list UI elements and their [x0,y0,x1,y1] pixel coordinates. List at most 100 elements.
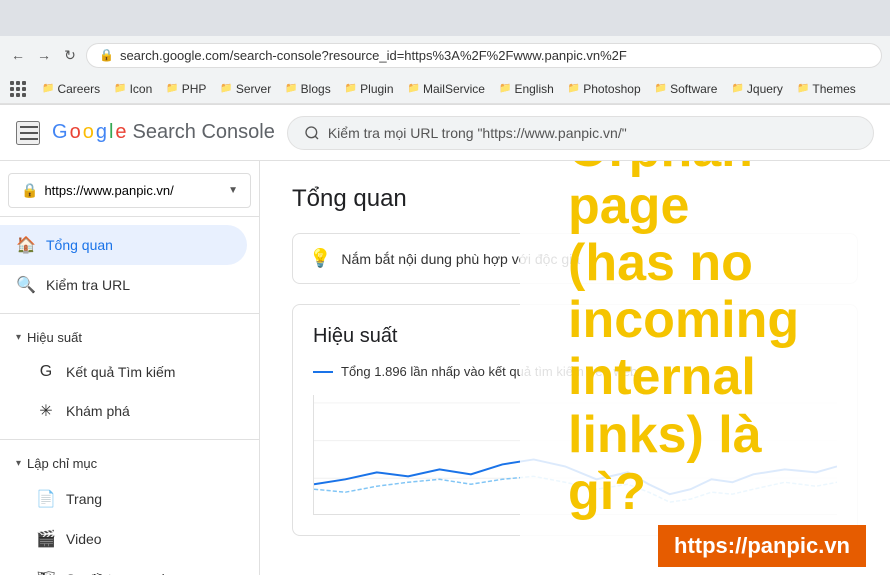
app-container: GoogleSearch Console Kiểm tra mọi URL tr… [0,105,890,575]
bookmark-jquery[interactable]: 📁 Jquery [725,80,788,98]
bookmark-plugin[interactable]: 📁 Plugin [339,80,400,98]
page-title: Tổng quan [292,185,858,213]
bookmark-label: Themes [812,82,855,96]
folder-icon: 📁 [568,83,580,94]
tab-bar [0,0,890,36]
search-results-label: Kết quả Tìm kiếm [66,364,175,380]
metric-row: Tổng 1.896 lần nhấp vào kết quả tìm kiếm… [313,364,837,379]
metric-label: Tổng 1.896 lần nhấp vào kết quả tìm kiếm… [341,364,637,379]
chevron-down-icon: ▾ [16,458,21,469]
gsc-logo: GoogleSearch Console [52,121,275,144]
sidebar-item-search-results[interactable]: G Kết quả Tìm kiếm [0,353,247,391]
logo-o2: o [83,121,94,144]
sidebar-item-videos[interactable]: 🎬 Video [0,519,247,559]
bookmark-photoshop[interactable]: 📁 Photoshop [562,80,647,98]
folder-icon: 📁 [499,83,511,94]
logo-search-console: Search Console [133,121,275,144]
video-icon: 🎬 [36,529,56,549]
search-icon: 🔍 [16,275,36,295]
discover-label: Khám phá [66,403,130,419]
sidebar-performance-header[interactable]: ▾ Hiệu suất [0,322,259,353]
bookmark-label: Software [670,82,717,96]
search-placeholder: Kiểm tra mọi URL trong "https://www.panp… [328,125,627,141]
tip-banner: 💡 Nắm bắt nội dung phù hợp với độc giả [292,233,858,284]
browser-controls: ← → ↻ 🔒 search.google.com/search-console… [0,36,890,74]
bookmark-label: Blogs [301,82,331,96]
sidebar: 🔒 https://www.panpic.vn/ ▼ 🏠 Tổng quan 🔍… [0,161,260,575]
url-text: search.google.com/search-console?resourc… [120,48,627,63]
divider [0,439,259,440]
overview-label: Tổng quan [46,237,113,253]
property-selector[interactable]: 🔒 https://www.panpic.vn/ ▼ [8,173,251,208]
lock-icon: 🔒 [99,48,114,62]
hamburger-icon [20,132,38,134]
performance-chart: 75 50 25 0 [314,395,837,514]
back-button[interactable]: ← [8,45,28,65]
main-content: Tổng quan 💡 Nắm bắt nội dung phù hợp với… [260,161,890,575]
index-section-label: Lập chỉ mục [27,456,97,471]
lightbulb-icon: 💡 [309,248,331,269]
bookmark-label: Icon [130,82,153,96]
browser-chrome: ← → ↻ 🔒 search.google.com/search-console… [0,0,890,105]
bookmark-careers[interactable]: 📁 Careers [36,80,106,98]
sidebar-item-sitemap[interactable]: 🗺 Sơ đồ trang web [0,559,247,575]
bookmark-software[interactable]: 📁 Software [649,80,724,98]
sidebar-item-pages[interactable]: 📄 Trang [0,479,247,519]
property-url: https://www.panpic.vn/ [44,183,173,198]
sitemap-icon: 🗺 [36,569,56,575]
bookmark-themes[interactable]: 📁 Themes [791,80,862,98]
tip-text: Nắm bắt nội dung phù hợp với độc giả [341,251,580,267]
chevron-down-icon: ▼ [228,185,238,196]
property-lock-icon: 🔒 [21,182,38,199]
logo-o1: o [70,121,81,144]
performance-title: Hiệu suất [313,325,837,348]
pages-label: Trang [66,491,102,507]
grid-icon [10,81,26,97]
logo-g: G [52,121,68,144]
google-icon: G [36,363,56,381]
folder-icon: 📁 [797,83,809,94]
sidebar-item-url-inspect[interactable]: 🔍 Kiểm tra URL [0,265,247,305]
body-layout: 🔒 https://www.panpic.vn/ ▼ 🏠 Tổng quan 🔍… [0,161,890,575]
address-bar[interactable]: 🔒 search.google.com/search-console?resou… [86,43,882,68]
bookmark-label: Careers [57,82,100,96]
folder-icon: 📁 [408,83,420,94]
gsc-header: GoogleSearch Console Kiểm tra mọi URL tr… [0,105,890,161]
folder-icon: 📁 [166,83,178,94]
logo-g2: g [96,121,107,144]
bookmark-server[interactable]: 📁 Server [214,80,277,98]
apps-button[interactable] [8,79,28,99]
bookmarks-bar: 📁 Careers 📁 Icon 📁 PHP 📁 Server 📁 Blogs … [0,74,890,104]
discover-icon: ✳ [36,401,56,421]
bookmark-mailservice[interactable]: 📁 MailService [402,80,491,98]
divider [0,216,259,217]
sitemap-label: Sơ đồ trang web [66,571,169,575]
folder-icon: 📁 [114,83,126,94]
folder-icon: 📁 [655,83,667,94]
bookmark-blogs[interactable]: 📁 Blogs [279,80,336,98]
url-search-bar[interactable]: Kiểm tra mọi URL trong "https://www.panp… [287,116,874,150]
bookmark-label: PHP [182,82,207,96]
chevron-down-icon: ▾ [16,332,21,343]
metric-line-indicator [313,371,333,373]
performance-card: Hiệu suất Tổng 1.896 lần nhấp vào kết qu… [292,304,858,536]
menu-button[interactable] [16,121,40,145]
bookmark-english[interactable]: 📁 English [493,80,560,98]
sidebar-item-overview[interactable]: 🏠 Tổng quan [0,225,247,265]
bookmark-php[interactable]: 📁 PHP [160,80,212,98]
bookmark-label: MailService [423,82,485,96]
chart-area: 75 50 25 0 [313,395,837,515]
folder-icon: 📁 [731,83,743,94]
url-inspect-label: Kiểm tra URL [46,277,130,293]
bookmark-label: Photoshop [583,82,640,96]
home-icon: 🏠 [16,235,36,255]
bookmark-label: Plugin [360,82,393,96]
sidebar-index-header[interactable]: ▾ Lập chỉ mục [0,448,259,479]
performance-section-label: Hiệu suất [27,330,82,345]
refresh-button[interactable]: ↻ [60,45,80,65]
hamburger-icon [20,126,38,128]
bookmark-icon[interactable]: 📁 Icon [108,80,158,98]
hamburger-icon [20,138,38,140]
sidebar-item-discover[interactable]: ✳ Khám phá [0,391,247,431]
forward-button[interactable]: → [34,45,54,65]
